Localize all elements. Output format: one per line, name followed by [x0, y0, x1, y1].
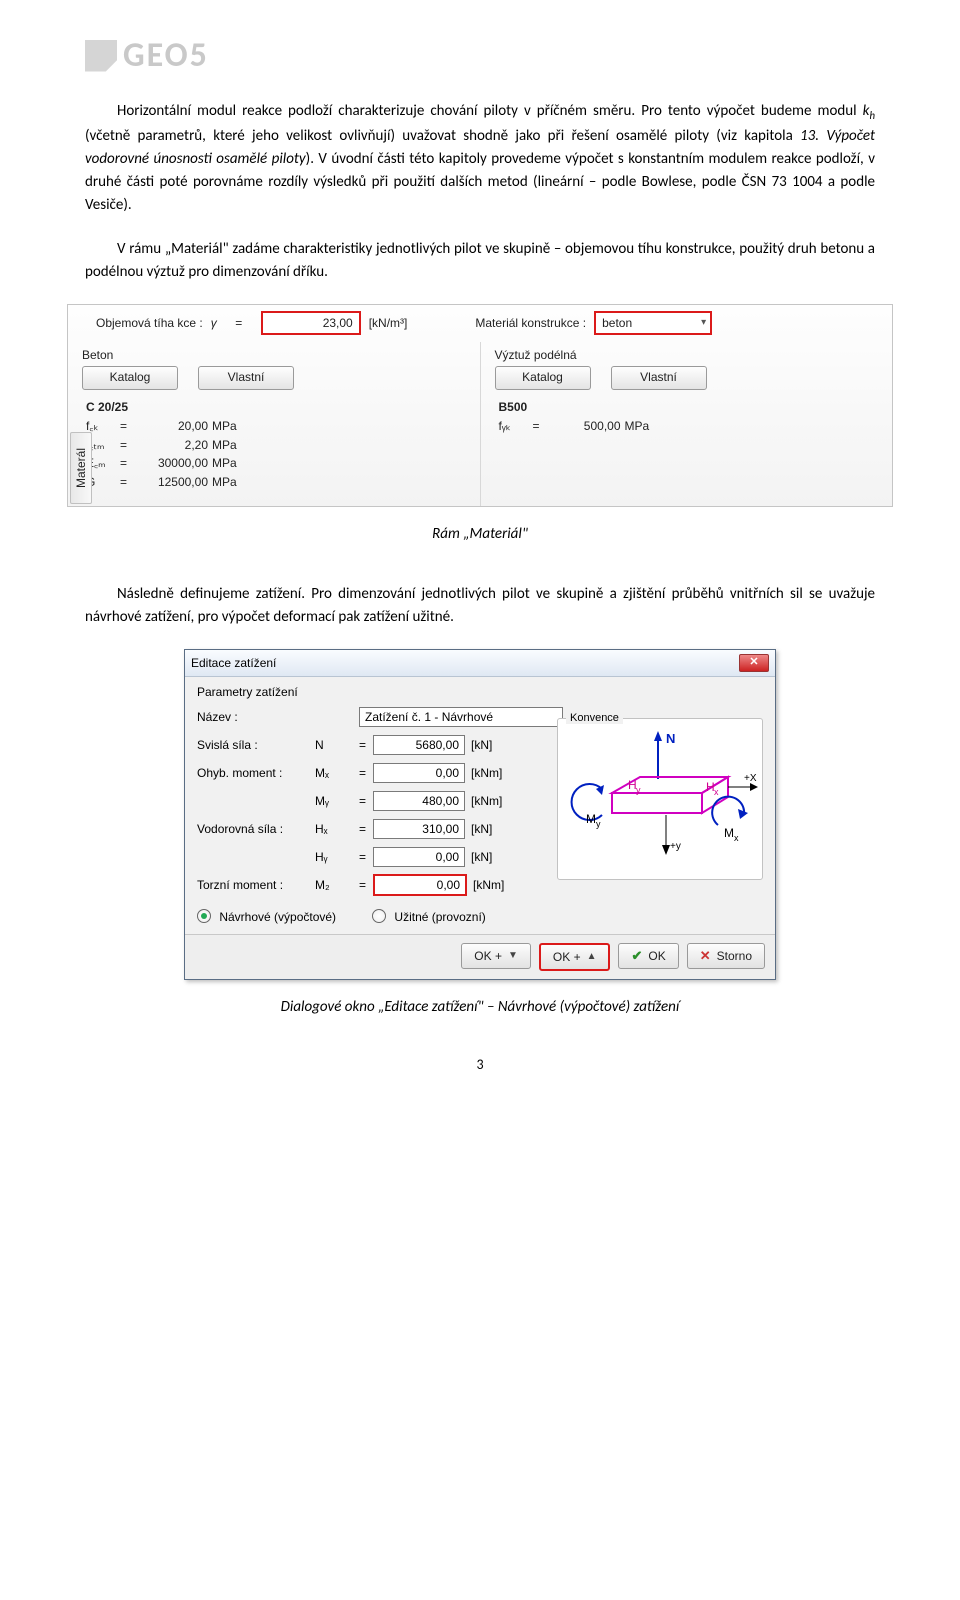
load-input[interactable]: 0,00	[373, 847, 465, 867]
load-input[interactable]: 480,00	[373, 791, 465, 811]
material-select[interactable]: beton	[594, 311, 712, 335]
convention-label: Konvence	[566, 712, 623, 724]
material-property-row: f꜀ₜₘ=2,20MPa	[86, 436, 466, 455]
params-heading: Parametry zatížení	[197, 683, 763, 703]
material-property-row: f꜀ₖ=20,00MPa	[86, 417, 466, 436]
material-tab[interactable]: Materál	[70, 432, 92, 504]
material-label: Materiál konstrukce :	[475, 316, 586, 330]
svg-text:x: x	[714, 787, 719, 797]
svg-text:y: y	[636, 785, 641, 795]
material-property-row: fᵧₖ=500,00MPa	[499, 417, 879, 436]
name-label: Název :	[197, 710, 315, 724]
radio-navrhove-label: Návrhové (výpočtové)	[219, 910, 336, 924]
radio-navrhove[interactable]: Návrhové (výpočtové)	[197, 909, 336, 924]
svg-text:N: N	[666, 731, 675, 746]
arrow-up-icon: ▲	[587, 946, 597, 968]
material-property-row: G=12500,00MPa	[86, 473, 466, 492]
beton-vlastni-button[interactable]: Vlastní	[198, 366, 294, 390]
logo: GEO5	[85, 35, 875, 76]
svg-text:x: x	[734, 833, 739, 843]
ok-up-button[interactable]: OK + ▲	[539, 943, 611, 971]
weight-input[interactable]: 23,00	[261, 311, 361, 335]
convention-svg: N +X +y H y H x M	[558, 719, 762, 879]
load-input[interactable]: 310,00	[373, 819, 465, 839]
paragraph-3: Následně definujeme zatížení. Pro dimenz…	[85, 583, 875, 630]
weight-unit: [kN/m³]	[369, 316, 408, 330]
cancel-icon: ✕	[700, 945, 711, 967]
paragraph-2: V rámu „Materiál" zadáme charakteristiky…	[85, 238, 875, 285]
load-input[interactable]: 0,00	[373, 763, 465, 783]
svg-text:+y: +y	[670, 841, 681, 852]
vyztuz-column: Výztuž podélná Katalog Vlastní B500 fᵧₖ=…	[480, 342, 893, 505]
logo-icon	[85, 40, 117, 72]
name-input[interactable]: Zatížení č. 1 - Návrhové	[359, 707, 563, 727]
caption-2: Dialogové okno „Editace zatížení" – Návr…	[85, 998, 875, 1016]
arrow-down-icon: ▼	[508, 945, 518, 967]
beton-katalog-button[interactable]: Katalog	[82, 366, 178, 390]
beton-column: Beton Katalog Vlastní C 20/25 f꜀ₖ=20,00M…	[68, 342, 480, 505]
beton-title: Beton	[82, 346, 466, 366]
radio-uzitne-label: Užitné (provozní)	[394, 910, 485, 924]
svg-text:M: M	[724, 826, 734, 840]
vyztuz-vlastni-button[interactable]: Vlastní	[611, 366, 707, 390]
check-icon: ✔	[631, 945, 642, 967]
material-property-row: E꜀ₘ=30000,00MPa	[86, 454, 466, 473]
weight-label: Objemová tíha kce :	[96, 316, 203, 330]
page-number: 3	[85, 1056, 875, 1073]
ok-down-button[interactable]: OK + ▼	[461, 943, 531, 969]
vyztuz-name: B500	[499, 400, 879, 414]
ok-button[interactable]: ✔OK	[618, 943, 678, 969]
svg-text:M: M	[586, 812, 596, 826]
vyztuz-title: Výztuž podélná	[495, 346, 879, 366]
radio-on-icon	[197, 909, 211, 923]
equals: =	[225, 316, 253, 330]
paragraph-1: Horizontální modul reakce podloží charak…	[85, 100, 875, 218]
radio-off-icon	[372, 909, 386, 923]
radio-uzitne[interactable]: Užitné (provozní)	[372, 909, 486, 924]
storno-button[interactable]: ✕Storno	[687, 943, 765, 969]
caption-1: Rám „Materiál"	[85, 525, 875, 543]
dialog-title: Editace zatížení	[191, 656, 276, 670]
logo-text: GEO5	[123, 35, 209, 76]
convention-diagram: Konvence N +X +y H y	[557, 718, 763, 880]
close-button[interactable]: ✕	[739, 654, 769, 672]
load-input[interactable]: 5680,00	[373, 735, 465, 755]
svg-text:+X: +X	[744, 773, 757, 784]
load-edit-dialog: Editace zatížení ✕ Parametry zatížení Ná…	[184, 649, 776, 980]
svg-text:y: y	[596, 819, 601, 829]
beton-name: C 20/25	[86, 400, 466, 414]
gamma-symbol: γ	[211, 316, 217, 330]
load-input[interactable]: 0,00	[373, 874, 467, 896]
vyztuz-katalog-button[interactable]: Katalog	[495, 366, 591, 390]
material-frame: Materál Objemová tíha kce : γ = 23,00 [k…	[67, 304, 893, 506]
